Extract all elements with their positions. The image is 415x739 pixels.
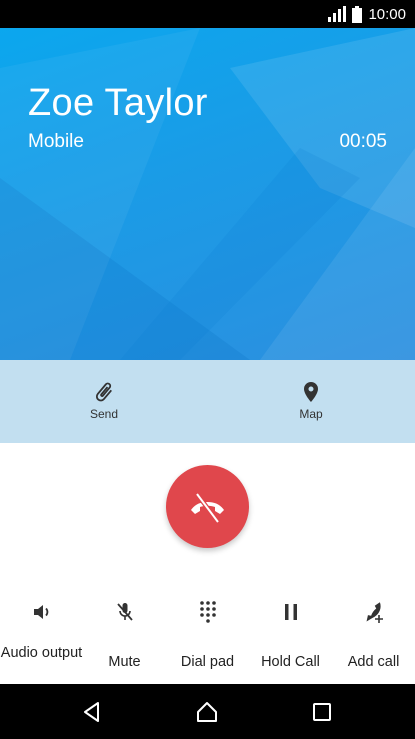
speaker-icon [33,605,48,619]
send-label: Send [89,407,119,421]
dial-pad-button[interactable]: Dial pad [166,594,249,684]
home-icon[interactable] [195,700,219,724]
mic-off-icon [116,603,133,621]
dial-pad-label: Dial pad [180,654,235,670]
audio-output-label: Audio output [0,645,83,661]
contact-header: Zoe Taylor Mobile 00:05 [0,28,415,360]
mute-button[interactable]: Mute [83,594,166,684]
paperclip-icon [95,382,112,402]
recents-icon[interactable] [310,700,334,724]
call-timer: 00:05 [339,131,387,152]
status-time: 10:00 [368,5,406,23]
status-bar: 10:00 [0,0,415,28]
number-type: Mobile [28,131,84,152]
back-icon[interactable] [80,700,104,724]
navigation-bar [0,684,415,739]
contact-name: Zoe Taylor [28,82,208,124]
signal-icon [328,6,347,22]
dialpad-icon [199,601,216,623]
map-button[interactable]: Map [251,360,371,443]
end-call-icon [191,492,224,524]
pause-icon [284,604,297,620]
send-button[interactable]: Send [44,360,164,443]
hold-call-label: Hold Call [261,654,320,670]
action-strip: Send Map [0,360,415,443]
add-call-label: Add call [347,654,400,670]
audio-output-button[interactable]: Audio output [0,594,83,684]
call-controls: Audio output Mute Dial pad Hold Call Add… [0,594,415,684]
end-call-button[interactable] [166,465,249,548]
add-call-button[interactable]: Add call [332,594,415,684]
hold-call-button[interactable]: Hold Call [249,594,332,684]
mute-label: Mute [108,654,141,670]
background-pattern [0,28,415,360]
battery-icon [352,5,363,23]
map-label: Map [299,407,323,421]
location-pin-icon [304,382,318,402]
add-call-icon [366,602,383,623]
